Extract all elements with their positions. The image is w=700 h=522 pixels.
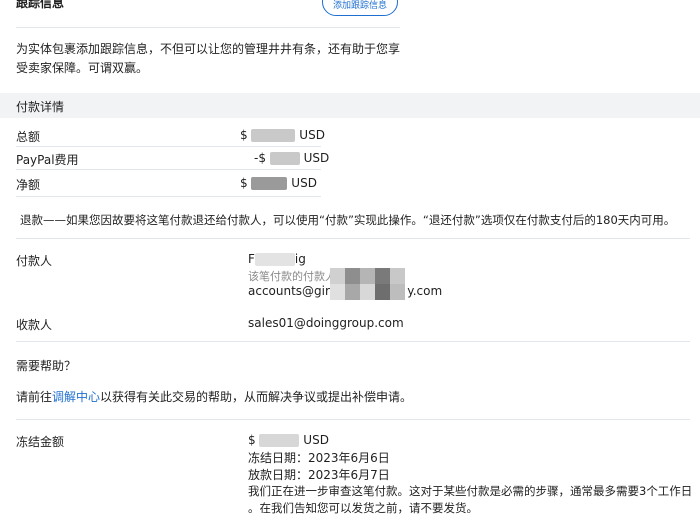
gross-currency: USD [299,128,325,142]
frozen-prefix: $ [248,433,256,447]
payee-label: 收款人 [16,318,53,332]
payer-name: Fig [248,252,306,266]
divider [16,146,321,147]
help-title: 需要帮助？ [16,359,77,373]
redacted-value [259,434,300,447]
divider [16,196,321,197]
tracking-info-title: 跟踪信息 [16,0,65,10]
redacted-value [251,129,296,142]
gross-amount: $ USD [240,128,325,142]
frozen-amount: $ USD [248,433,329,447]
redacted-value [269,152,300,165]
divider [16,419,690,420]
divider [16,238,690,239]
net-amount: $ USD [240,176,317,190]
paypal-fee-label: PayPal费用 [16,153,79,167]
divider [16,27,400,28]
net-currency: USD [291,176,317,190]
divider [16,169,321,170]
payer-name-start: F [248,252,255,266]
paypal-fee-amount: -$ USD [254,151,329,165]
review-line-1: 我们正在进一步审查这笔付款。这对于某些付款是必需的步骤，通常最多需要3个工作日 [248,484,693,498]
payment-details-header [0,93,700,118]
intro-line-1: 为实体包裹添加跟踪信息，不但可以让您的管理井井有条，还有助于您享 [16,42,401,56]
help-text: 请前往调解中心以获得有关此交易的帮助，从而解决争议或提出补偿申请。 [16,388,412,405]
freeze-date: 冻结日期：2023年6月6日 [248,451,390,465]
payer-email-start: accounts@gira [248,284,338,298]
payer-note: 该笔付款的付款人 [248,270,336,283]
intro-line-2: 受卖家保障。可谓双赢。 [16,61,149,75]
redacted-value [251,177,288,190]
fee-currency: USD [303,151,330,165]
net-prefix: $ [240,176,248,190]
refund-note: 退款——如果您因故要将这笔付款退还给付款人，可以使用“付款”实现此操作。“退还付… [20,213,676,227]
redaction-mosaic [330,268,420,300]
divider [16,341,690,342]
gross-label: 总额 [16,130,41,144]
frozen-currency: USD [303,433,329,447]
payer-label: 付款人 [16,254,53,268]
add-tracking-button[interactable]: 添加跟踪信息 [322,0,398,16]
fee-prefix: -$ [254,151,266,165]
frozen-amount-label: 冻结金额 [16,435,65,449]
gross-prefix: $ [240,128,248,142]
help-text-before: 请前往 [16,390,53,404]
redacted-value [254,253,295,266]
resolution-center-link[interactable]: 调解中心 [52,390,100,404]
help-text-after: 以获得有关此交易的帮助，从而解决争议或提出补偿申请。 [100,390,413,404]
payment-details-title: 付款详情 [16,100,65,114]
review-line-2: 。在我们告知您可以发货之前，请不要发货。 [248,501,478,515]
payee-email: sales01@doinggroup.com [248,316,404,330]
tracking-intro-text: 为实体包裹添加跟踪信息，不但可以让您的管理井井有条，还有助于您享 受卖家保障。可… [16,40,416,78]
net-label: 净额 [16,178,41,192]
release-date: 放款日期：2023年6月7日 [248,468,390,482]
payer-name-end: ig [294,252,306,266]
